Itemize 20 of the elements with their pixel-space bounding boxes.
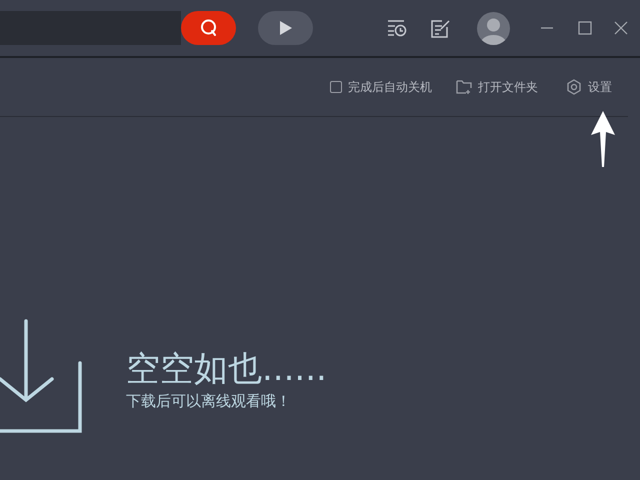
folder-icon — [456, 80, 472, 94]
search-button[interactable] — [181, 11, 236, 45]
empty-title: 空空如也...... — [126, 348, 327, 391]
avatar-icon[interactable] — [477, 12, 510, 44]
download-icon — [0, 319, 84, 433]
maximize-icon[interactable] — [578, 21, 592, 35]
play-icon — [280, 21, 292, 35]
annotation-arrow — [590, 111, 616, 167]
empty-subtitle: 下载后可以离线观看哦！ — [126, 391, 292, 411]
history-icon[interactable] — [387, 19, 407, 37]
play-button[interactable] — [258, 11, 313, 45]
search-field[interactable] — [0, 11, 181, 45]
open-folder-button[interactable]: 打开文件夹 — [456, 78, 538, 96]
checkbox[interactable] — [330, 81, 342, 93]
checkbox-label[interactable]: 完成后自动关机 — [348, 78, 432, 96]
note-edit-icon[interactable] — [431, 18, 451, 38]
close-icon[interactable] — [614, 21, 628, 35]
settings-icon — [566, 79, 582, 95]
search-icon — [198, 18, 218, 38]
settings-button[interactable]: 设置 — [566, 78, 612, 96]
